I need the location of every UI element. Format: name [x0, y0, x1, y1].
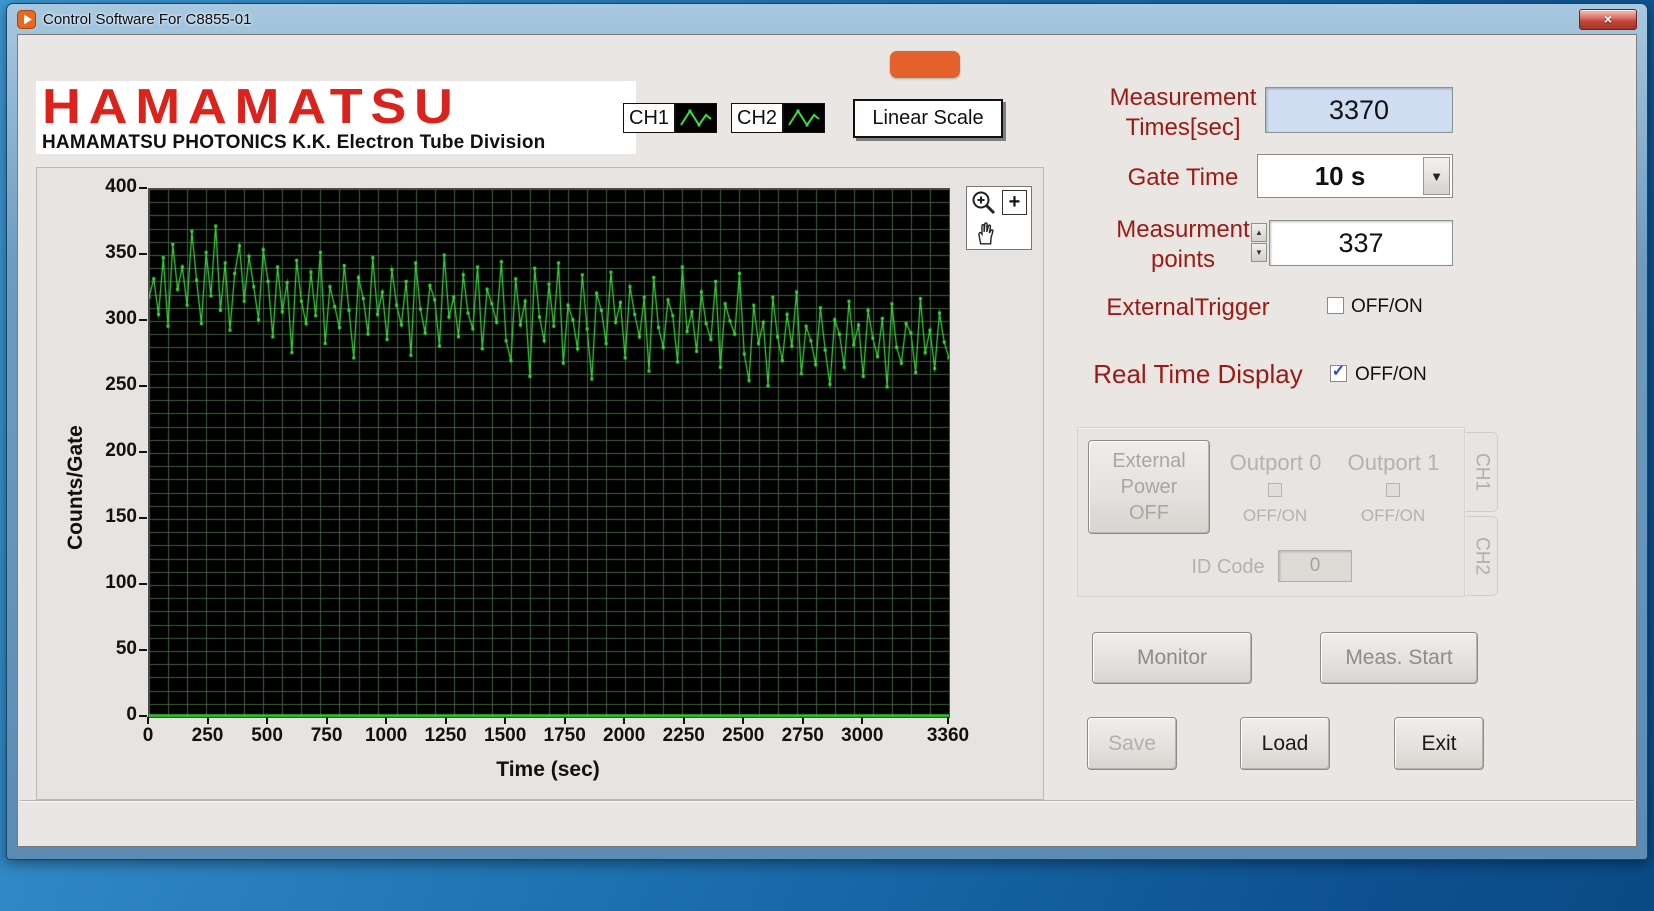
x-tick-mark	[147, 717, 149, 724]
hamamatsu-logo: HAMAMATSU	[42, 83, 689, 132]
client-area: HAMAMATSU HAMAMATSU PHOTONICS K.K. Elect…	[17, 34, 1637, 847]
y-tick-mark	[139, 451, 147, 453]
load-button[interactable]: Load	[1240, 717, 1330, 770]
id-code-label: ID Code	[1183, 556, 1273, 579]
x-tick-mark	[385, 717, 387, 724]
check-icon: ✓	[1332, 364, 1345, 380]
desktop: Control Software For C8855-01 × HAMAMATS…	[0, 0, 1654, 911]
window-title: Control Software For C8855-01	[43, 11, 251, 28]
x-tick-label: 3360	[913, 725, 983, 747]
y-tick-mark	[139, 385, 147, 387]
panel-divider	[20, 800, 1634, 802]
x-tick-label: 3000	[827, 725, 897, 747]
outport1-label: Outport 1	[1336, 450, 1451, 476]
x-tick-mark	[683, 717, 685, 724]
measurement-times-value[interactable]: 3370	[1265, 87, 1453, 133]
desktop-artifact	[890, 51, 960, 78]
close-icon: ×	[1604, 12, 1612, 26]
ch1-waveform-icon[interactable]	[675, 103, 717, 133]
measurement-points-label: Measurment points	[1103, 215, 1263, 275]
titlebar[interactable]: Control Software For C8855-01 ×	[7, 4, 1647, 34]
y-tick-label: 0	[93, 704, 137, 726]
linear-scale-button[interactable]: Linear Scale	[853, 99, 1003, 138]
app-icon	[17, 10, 36, 29]
real-time-display-offon-label: OFF/ON	[1355, 364, 1427, 386]
spinner-up-icon[interactable]: ▲	[1251, 223, 1267, 242]
ch2-button[interactable]: CH2	[731, 103, 783, 133]
measurement-points-spinner[interactable]: ▲ ▼	[1251, 223, 1267, 263]
save-button: Save	[1087, 717, 1177, 770]
x-tick-mark	[207, 717, 209, 724]
y-tick-mark	[139, 253, 147, 255]
app-window: Control Software For C8855-01 × HAMAMATS…	[6, 3, 1648, 860]
x-tick-mark	[326, 717, 328, 724]
external-trigger-checkbox[interactable]	[1327, 297, 1344, 314]
output-control-group: External Power OFF Outport 0 Outport 1 O…	[1077, 427, 1465, 597]
gate-time-value: 10 s	[1258, 155, 1422, 197]
gate-time-select[interactable]: 10 s ▼	[1257, 154, 1453, 198]
gate-time-label: Gate Time	[1098, 163, 1268, 193]
spinner-down-icon[interactable]: ▼	[1251, 243, 1267, 262]
y-tick-label: 300	[93, 308, 137, 330]
y-tick-mark	[139, 715, 147, 717]
meas-start-button[interactable]: Meas. Start	[1320, 632, 1478, 684]
external-power-button: External Power OFF	[1088, 440, 1210, 534]
x-tick-mark	[623, 717, 625, 724]
external-trigger-label: ExternalTrigger	[1093, 293, 1283, 323]
zoom-toolbox: +	[966, 186, 1032, 250]
real-time-display-checkbox[interactable]: ✓	[1330, 365, 1347, 382]
zoom-plus-button[interactable]: +	[1002, 190, 1027, 215]
measurement-points-value[interactable]: 337	[1269, 220, 1453, 266]
x-tick-mark	[861, 717, 863, 724]
zoom-in-icon[interactable]	[970, 189, 998, 217]
chart-canvas[interactable]	[148, 188, 950, 718]
logo-box: HAMAMATSU HAMAMATSU PHOTONICS K.K. Elect…	[36, 81, 636, 154]
real-time-display-label: Real Time Display	[1088, 358, 1308, 391]
y-axis-title: Counts/Gate	[63, 338, 89, 638]
tab-ch2[interactable]: CH2	[1465, 516, 1498, 596]
y-tick-mark	[139, 649, 147, 651]
x-tick-mark	[947, 717, 949, 724]
y-tick-mark	[139, 187, 147, 189]
x-tick-mark	[445, 717, 447, 724]
y-tick-label: 400	[93, 176, 137, 198]
measurement-times-label: Measurement Times[sec]	[1093, 83, 1273, 143]
channel-controls: CH1 CH2 Linear Scale	[623, 97, 1003, 139]
outport0-label: Outport 0	[1218, 450, 1333, 476]
exit-button[interactable]: Exit	[1394, 717, 1484, 770]
x-tick-mark	[504, 717, 506, 724]
tab-ch1[interactable]: CH1	[1465, 432, 1498, 512]
x-tick-mark	[564, 717, 566, 724]
close-button[interactable]: ×	[1579, 9, 1637, 30]
id-code-value: 0	[1278, 550, 1352, 582]
control-panel: Measurement Times[sec] 3370 Gate Time 10…	[1068, 75, 1548, 820]
y-tick-label: 150	[93, 506, 137, 528]
y-tick-mark	[139, 319, 147, 321]
x-tick-mark	[742, 717, 744, 724]
outport0-checkbox	[1268, 483, 1282, 497]
x-tick-mark	[266, 717, 268, 724]
dropdown-arrow-icon[interactable]: ▼	[1423, 157, 1450, 195]
pan-hand-icon[interactable]	[972, 220, 998, 246]
y-tick-label: 250	[93, 374, 137, 396]
ch2-waveform-icon[interactable]	[783, 103, 825, 133]
y-tick-label: 100	[93, 572, 137, 594]
x-tick-mark	[802, 717, 804, 724]
ch1-button[interactable]: CH1	[623, 103, 675, 133]
outport1-checkbox	[1386, 483, 1400, 497]
monitor-button[interactable]: Monitor	[1092, 632, 1252, 684]
y-tick-mark	[139, 583, 147, 585]
y-tick-label: 50	[93, 638, 137, 660]
outport0-offon-label: OFF/ON	[1225, 506, 1325, 526]
y-tick-label: 200	[93, 440, 137, 462]
y-tick-label: 350	[93, 242, 137, 264]
chart-panel: Counts/Gate Time (sec) +	[36, 167, 1044, 800]
y-tick-mark	[139, 517, 147, 519]
outport1-offon-label: OFF/ON	[1343, 506, 1443, 526]
logo-subtitle: HAMAMATSU PHOTONICS K.K. Electron Tube D…	[42, 132, 630, 154]
external-trigger-offon-label: OFF/ON	[1351, 296, 1423, 318]
x-axis-title: Time (sec)	[148, 758, 948, 782]
